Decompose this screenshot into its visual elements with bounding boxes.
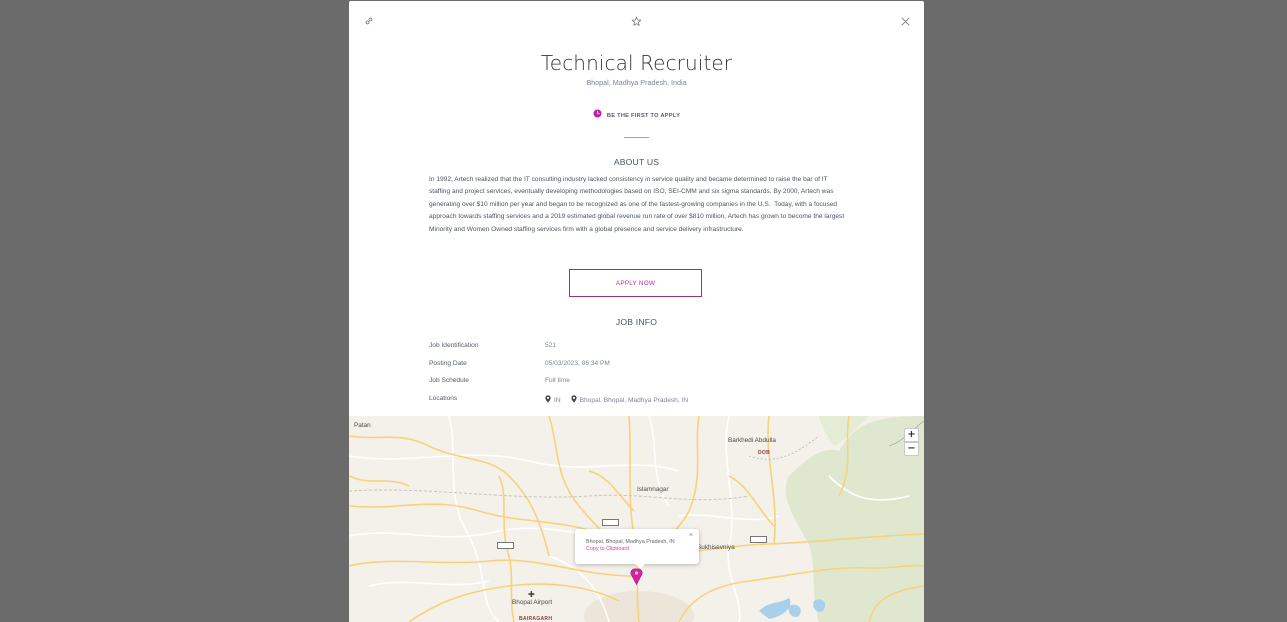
map-zoom-in-button[interactable]: + bbox=[904, 428, 919, 442]
job-info-row-posting-date: Posting Date 05/03/2023, 06:34 PM bbox=[429, 360, 849, 372]
close-icon[interactable] bbox=[898, 14, 912, 28]
location-country[interactable]: IN bbox=[554, 397, 561, 404]
apply-now-button[interactable]: APPLY NOW bbox=[569, 269, 702, 297]
location-city[interactable]: Bhopal, Bhopal, Madhya Pradesh, IN bbox=[580, 397, 689, 404]
popup-address: Bhopal, Bhopal, Madhya Pradesh, IN bbox=[586, 539, 675, 545]
job-info-row-schedule: Job Schedule Full time bbox=[429, 377, 849, 389]
job-info-label: Locations bbox=[429, 395, 458, 402]
first-apply-label: BE THE FIRST TO APPLY bbox=[606, 113, 681, 119]
first-apply-badge: BE THE FIRST TO APPLY bbox=[349, 105, 924, 123]
job-info-heading: JOB INFO bbox=[615, 317, 658, 327]
map-marker-icon[interactable] bbox=[630, 567, 643, 586]
link-icon[interactable] bbox=[362, 14, 376, 28]
map-pin-icon bbox=[570, 395, 577, 405]
job-title: Technical Recruiter bbox=[540, 51, 733, 75]
popup-close-icon[interactable]: × bbox=[689, 532, 693, 539]
map-label-patan: Patan bbox=[354, 422, 371, 429]
map-zoom-out-button[interactable]: − bbox=[904, 442, 919, 456]
job-details-modal: Technical Recruiter Bhopal, Madhya Prade… bbox=[349, 1, 924, 622]
road-shield-icon bbox=[602, 519, 619, 526]
job-info-value: 521 bbox=[545, 342, 557, 349]
clock-icon bbox=[593, 105, 602, 123]
map-label-bairagarh: BAIRAGARH bbox=[519, 616, 553, 622]
job-info-row-id: Job Identification 521 bbox=[429, 342, 849, 354]
map-tiles bbox=[349, 416, 924, 622]
job-info-locations: IN Bhopal, Bhopal, Madhya Pradesh, IN bbox=[545, 395, 688, 405]
job-info-value: 05/03/2023, 06:34 PM bbox=[545, 360, 610, 367]
map-popup: × Bhopal, Bhopal, Madhya Pradesh, IN Cop… bbox=[575, 529, 699, 569]
copy-to-clipboard-link[interactable]: Copy to Clipboard bbox=[586, 546, 629, 552]
about-text: In 1992, Artech realized that the IT con… bbox=[429, 176, 847, 233]
section-divider bbox=[624, 137, 649, 138]
map-pin-icon bbox=[545, 395, 551, 405]
job-info-row-locations: Locations IN Bhopal, Bhopal, Madhya Prad… bbox=[429, 395, 849, 407]
road-shield-icon bbox=[497, 542, 514, 549]
star-icon[interactable] bbox=[629, 14, 643, 28]
map-label-bhopal-airport: Bhopal Airport bbox=[512, 599, 553, 606]
job-info-label: Job Schedule bbox=[429, 377, 469, 384]
job-info-label: Posting Date bbox=[429, 360, 467, 367]
map-label-barkhedi: Barkhedi Abdulla bbox=[728, 437, 776, 444]
job-info-label: Job Identification bbox=[429, 342, 479, 349]
about-heading: ABOUT US bbox=[613, 157, 660, 167]
job-info-value: Full time bbox=[545, 377, 570, 384]
location-map[interactable]: Patan Barkhedi Abdulla DOB Islamnagar Su… bbox=[349, 416, 924, 622]
map-label-sukhisewniya: Sukhisevniya bbox=[697, 544, 735, 551]
job-location: Bhopal, Madhya Pradesh, India bbox=[586, 78, 687, 87]
road-shield-icon bbox=[750, 536, 767, 543]
map-label-dob: DOB bbox=[758, 450, 771, 456]
airport-icon: ✚ bbox=[528, 590, 535, 599]
map-label-islamnagar: Islamnagar bbox=[637, 486, 669, 493]
